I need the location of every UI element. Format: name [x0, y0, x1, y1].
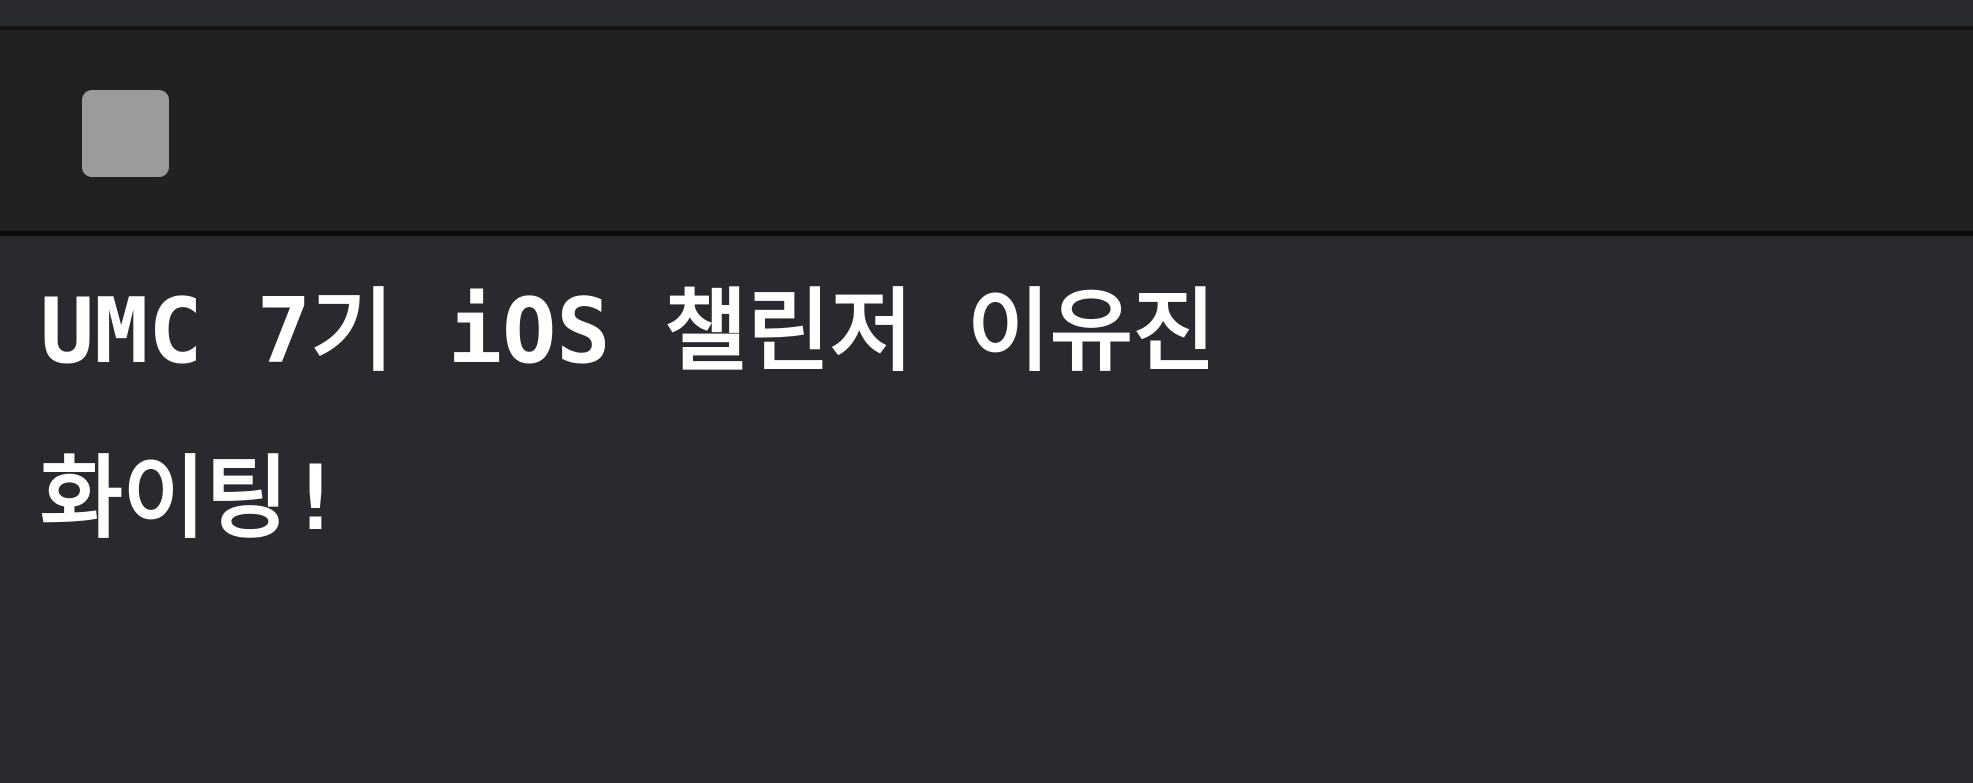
stop-square-icon[interactable]	[82, 90, 169, 177]
console-toolbar	[0, 30, 1973, 236]
output-line: 화이팅!	[40, 446, 343, 551]
console-output[interactable]: UMC 7기 iOS 챌린저 이유진 화이팅!	[0, 236, 1973, 783]
output-line: UMC 7기 iOS 챌린저 이유진	[40, 279, 1216, 384]
console-top-divider	[0, 0, 1973, 30]
debug-console: UMC 7기 iOS 챌린저 이유진 화이팅!	[0, 0, 1973, 783]
